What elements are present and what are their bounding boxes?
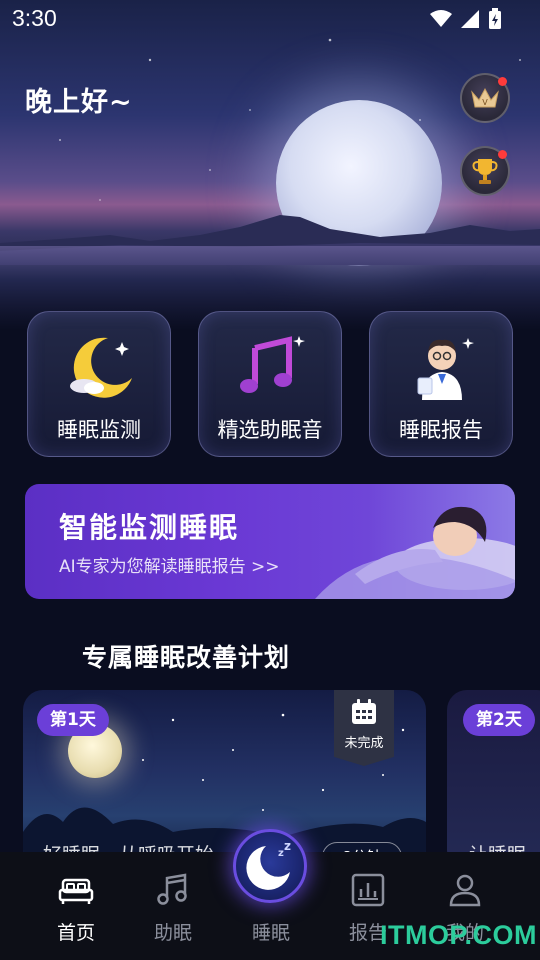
crown-icon: V: [471, 87, 499, 108]
music-notes-icon: [240, 336, 305, 393]
status-label: 未完成: [344, 736, 384, 751]
feature-sleep-sounds[interactable]: 精选助眠音: [198, 311, 342, 457]
bed-icon: [58, 878, 94, 904]
plan-card-day1[interactable]: 第1天 未完成 好睡眠，从呼吸开始 8分钟: [23, 690, 426, 870]
banner-title: 智能监测睡眠: [59, 511, 240, 544]
music-note-icon: [157, 873, 187, 905]
nav-label: 睡眠: [251, 922, 290, 944]
notification-dot: [498, 150, 507, 159]
moon-zzz-icon: z z: [246, 839, 291, 890]
feature-label: 精选助眠音: [217, 418, 323, 442]
feature-sleep-report[interactable]: 睡眠报告: [369, 311, 513, 457]
person-icon: [449, 874, 481, 907]
notification-dot: [498, 77, 507, 86]
section-title: 专属睡眠改善计划: [82, 643, 291, 672]
status-time: 3:30: [12, 5, 57, 31]
trophy-icon: [472, 159, 498, 184]
svg-text:z: z: [284, 839, 291, 853]
day-badge: 第2天: [463, 704, 535, 736]
vip-crown-button[interactable]: V: [460, 73, 510, 123]
feature-label: 睡眠监测: [57, 418, 141, 442]
nav-home[interactable]: 首页: [36, 852, 116, 960]
trophy-button[interactable]: [460, 146, 510, 196]
status-bar: 3:30: [0, 0, 540, 38]
signal-icon: [461, 10, 479, 28]
feature-sleep-monitor[interactable]: 睡眠监测: [27, 311, 171, 457]
bar-chart-icon: [351, 873, 385, 907]
day-badge: 第1天: [37, 704, 109, 736]
calendar-icon: [352, 699, 376, 724]
crescent-moon-icon: [70, 337, 132, 398]
watermark: ITMOP.COM: [380, 920, 538, 950]
svg-text:V: V: [482, 98, 488, 107]
doctor-icon: [417, 338, 474, 400]
smart-monitor-banner[interactable]: 智能监测睡眠 AI专家为您解读睡眠报告 >>: [25, 484, 515, 599]
nav-label: 首页: [56, 922, 95, 944]
nav-label: 助眠: [153, 922, 192, 944]
wifi-icon: [430, 10, 452, 27]
plan-card-day2[interactable]: 第2天 让睡眠: [447, 690, 540, 870]
nav-sleep-aid[interactable]: 助眠: [133, 852, 213, 960]
feature-label: 睡眠报告: [399, 418, 483, 442]
battery-icon: [489, 8, 501, 29]
status-ribbon: 未完成: [334, 690, 394, 766]
sleep-center-button[interactable]: z z: [233, 829, 307, 903]
hero-night-sky: [0, 0, 540, 330]
sleeping-woman-illustration: [315, 506, 515, 599]
greeting-text: 晚上好~: [25, 87, 133, 118]
banner-subtitle: AI专家为您解读睡眠报告 >>: [59, 557, 280, 577]
